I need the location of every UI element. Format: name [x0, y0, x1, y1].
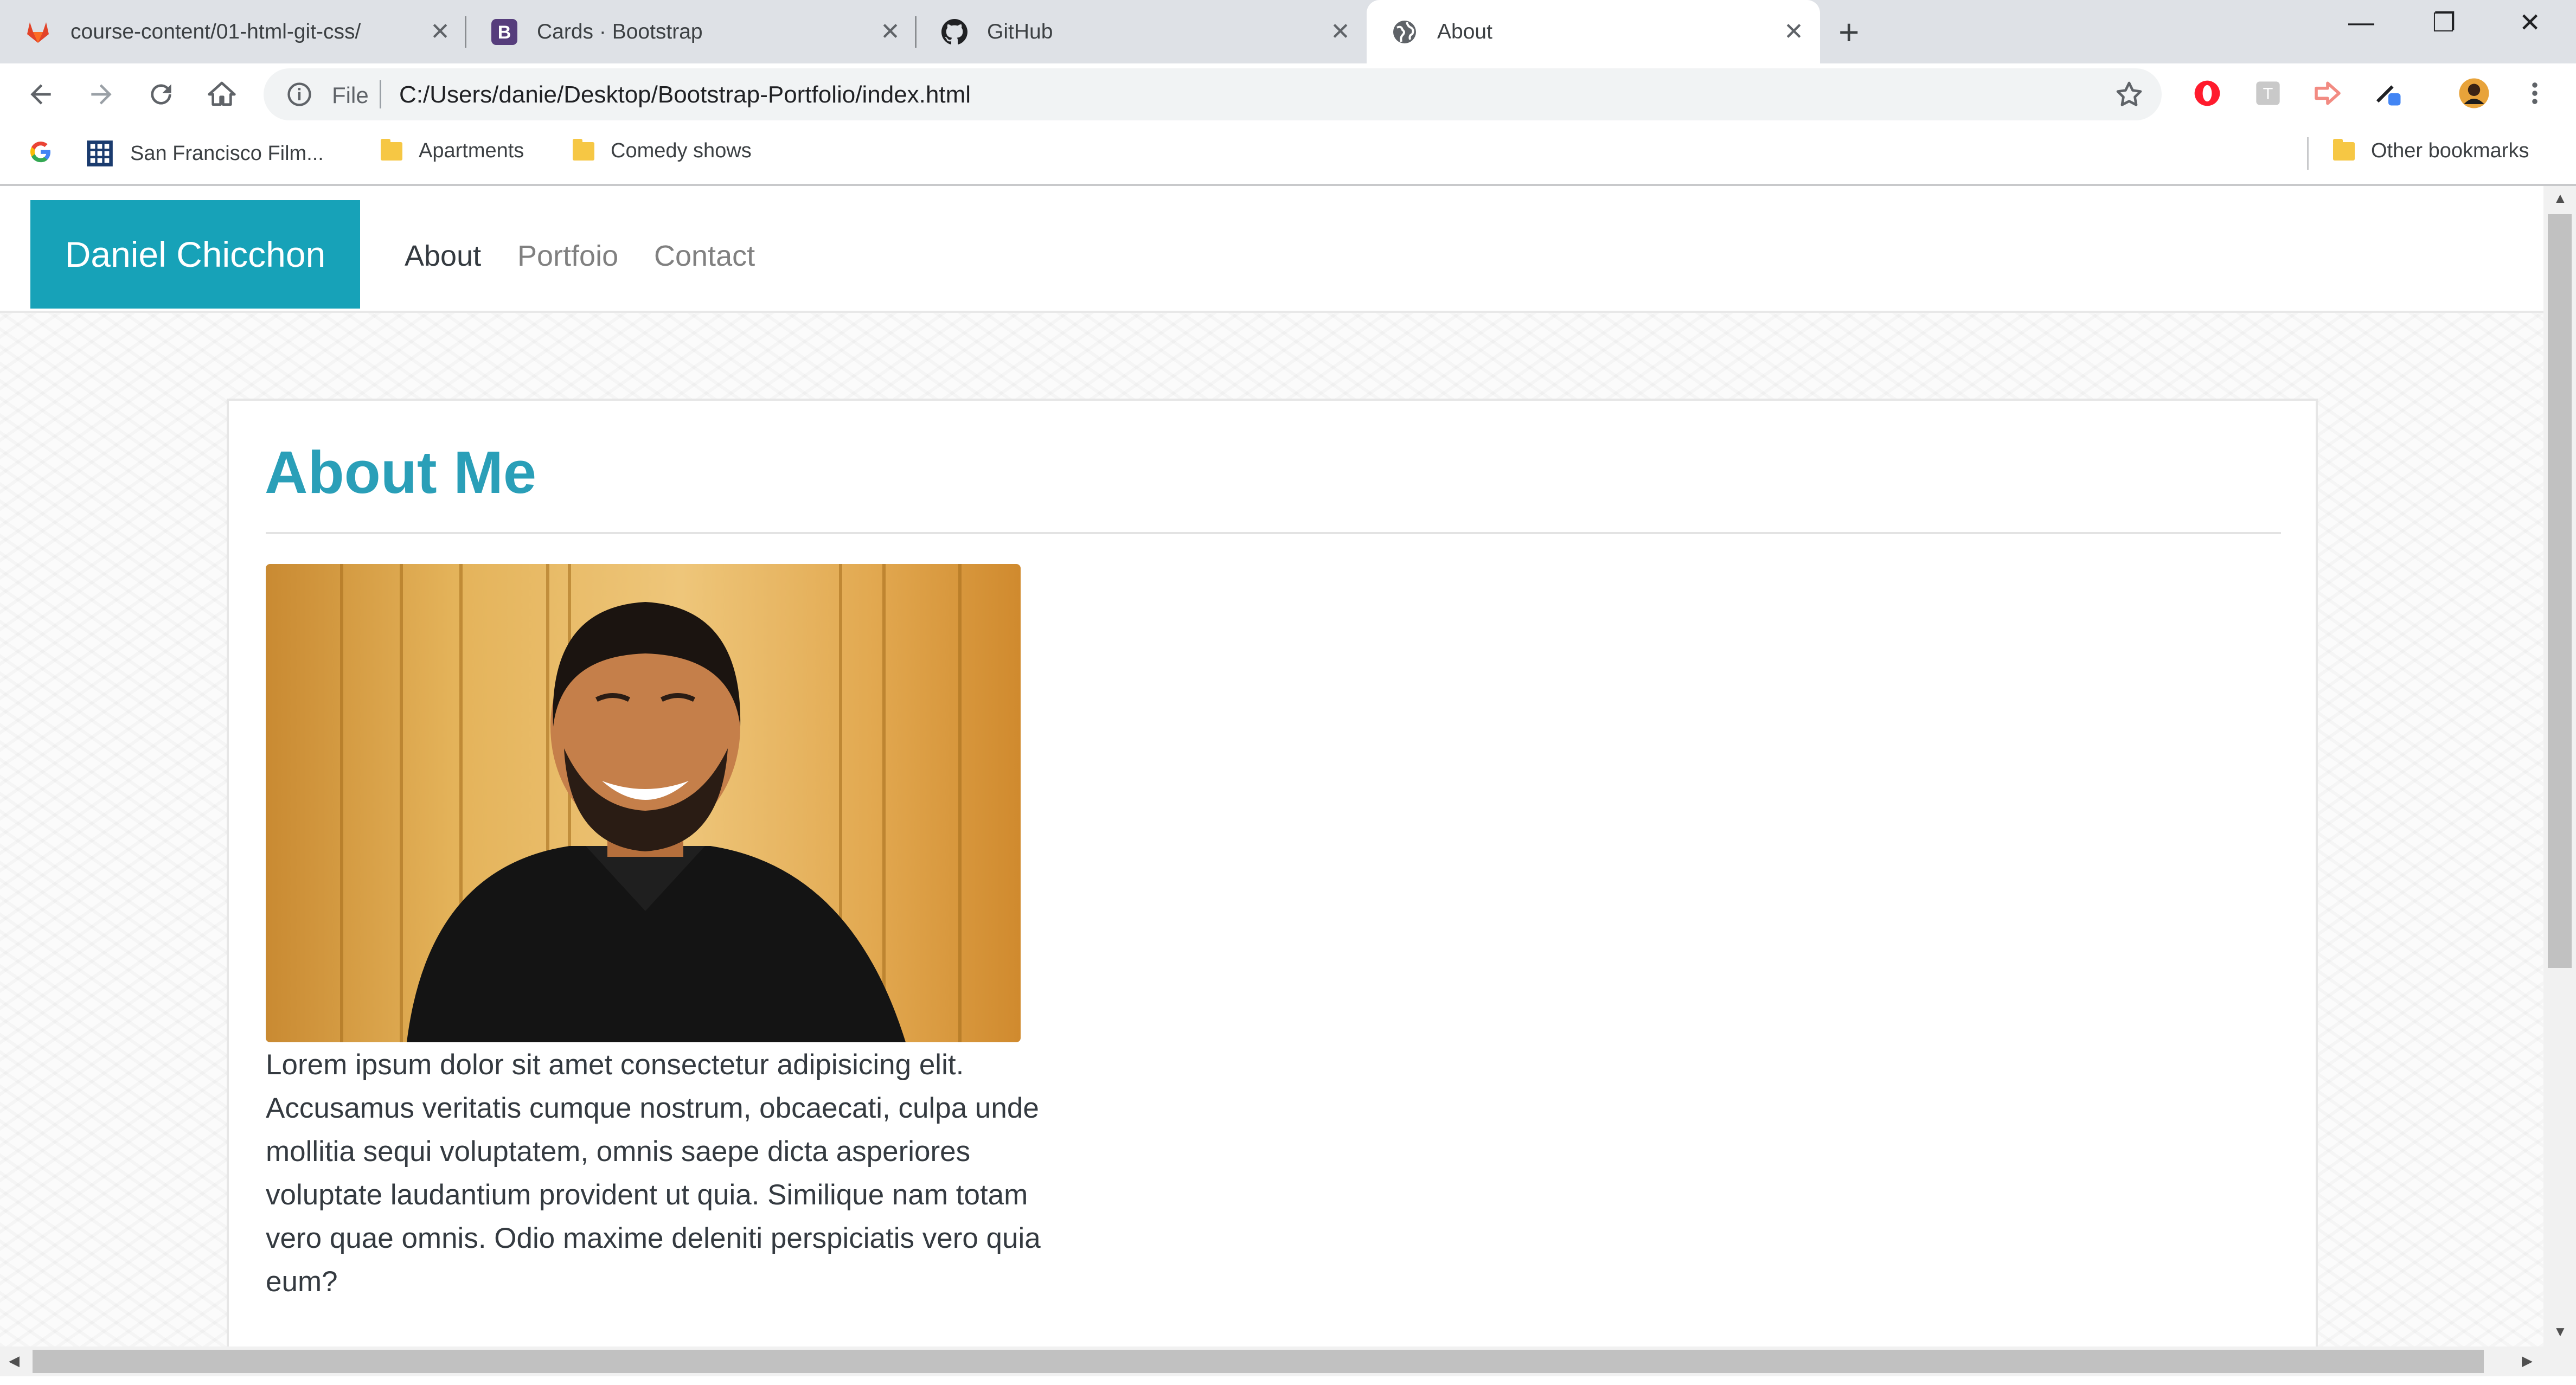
svg-text:T: T — [2263, 85, 2273, 103]
bookmark-label: Comedy shows — [611, 139, 752, 162]
avatar[interactable] — [2458, 77, 2490, 110]
forward-icon[interactable] — [82, 75, 120, 113]
svg-text:B: B — [498, 22, 511, 43]
new-tab-button[interactable]: + — [1838, 14, 1860, 50]
bookmark-san-francisco-film[interactable]: San Francisco Film... — [86, 139, 324, 168]
bookmark-comedy-shows[interactable]: Comedy shows — [573, 138, 752, 163]
apps-grid-icon — [87, 140, 113, 166]
close-tab-icon[interactable]: ✕ — [1330, 18, 1350, 46]
bookmarks-bar: San Francisco Film... Apartments Comedy … — [0, 125, 2576, 186]
google-icon[interactable] — [28, 139, 53, 164]
navbar-brand[interactable]: Daniel Chicchon — [30, 200, 360, 309]
address-bar[interactable]: File C:/Users/danie/Desktop/Bootstrap-Po… — [264, 68, 2162, 120]
close-tab-icon[interactable]: ✕ — [1784, 18, 1804, 46]
title-divider — [266, 532, 2281, 534]
tab-title: Cards · Bootstrap — [537, 20, 703, 43]
other-bookmarks-label: Other bookmarks — [2371, 139, 2529, 162]
scroll-right-arrow-icon[interactable]: ▶ — [2522, 1352, 2533, 1369]
bio-paragraph: Lorem ipsum dolor sit amet consectetur a… — [266, 1049, 1041, 1298]
github-icon — [941, 18, 967, 45]
folder-icon — [2333, 138, 2355, 161]
nav-link-about[interactable]: About — [405, 239, 481, 273]
bookmarks-divider — [2307, 137, 2309, 170]
minimize-button[interactable]: — — [2348, 8, 2374, 37]
bootstrap-icon: B — [491, 18, 517, 45]
tab-title: course-content/01-html-git-css/ — [71, 20, 361, 43]
address-separator — [380, 80, 381, 108]
scroll-down-arrow-icon[interactable]: ▼ — [2553, 1323, 2567, 1340]
bookmark-label: Apartments — [419, 139, 524, 162]
star-bookmark-icon[interactable] — [2114, 79, 2144, 112]
window-bottom-edge — [0, 1376, 2576, 1385]
folder-icon — [381, 138, 402, 161]
folder-icon — [573, 138, 594, 161]
tab-gitlab[interactable]: course-content/01-html-git-css/ ✕ — [0, 0, 466, 63]
info-icon[interactable] — [285, 80, 313, 111]
eyedropper-extension-icon[interactable] — [2372, 77, 2405, 110]
bookmark-apartments[interactable]: Apartments — [381, 138, 524, 163]
tab-github[interactable]: GitHub ✕ — [917, 0, 1367, 63]
nav-link-contact[interactable]: Contact — [654, 239, 755, 273]
opera-extension-icon[interactable] — [2191, 77, 2223, 110]
close-tab-icon[interactable]: ✕ — [430, 18, 450, 46]
share-extension-icon[interactable] — [2311, 77, 2344, 110]
scheme-label: File — [332, 82, 369, 108]
close-tab-icon[interactable]: ✕ — [880, 18, 900, 46]
tab-title: About — [1437, 20, 1492, 43]
bookmark-label: San Francisco Film... — [130, 142, 324, 165]
profile-photo — [266, 564, 1021, 1042]
scroll-left-arrow-icon[interactable]: ◀ — [9, 1352, 20, 1369]
window-close-button[interactable]: ✕ — [2519, 8, 2541, 38]
site-navbar: Daniel Chicchon About Portfoio Contact — [0, 186, 2543, 313]
page-title: About Me — [265, 439, 537, 506]
scroll-up-arrow-icon[interactable]: ▲ — [2553, 190, 2567, 207]
home-icon[interactable] — [203, 75, 241, 113]
globe-icon — [1392, 19, 1418, 45]
vertical-scroll-thumb[interactable] — [2548, 214, 2572, 968]
gitlab-icon — [25, 19, 51, 45]
page-viewport: Daniel Chicchon About Portfoio Contact A… — [0, 186, 2543, 1346]
restore-button[interactable]: ❐ — [2432, 8, 2456, 38]
horizontal-scroll-thumb[interactable] — [33, 1350, 2484, 1373]
back-icon[interactable] — [22, 75, 60, 113]
tab-title: GitHub — [987, 20, 1053, 43]
browser-tab-strip: course-content/01-html-git-css/ ✕ B Card… — [0, 0, 2576, 63]
browser-menu-icon[interactable] — [2519, 77, 2551, 110]
nav-link-portfolio[interactable]: Portfoio — [517, 239, 618, 273]
other-bookmarks[interactable]: Other bookmarks — [2333, 138, 2529, 163]
reload-icon[interactable] — [142, 75, 180, 113]
url-text[interactable]: C:/Users/danie/Desktop/Bootstrap-Portfol… — [399, 81, 971, 108]
tab-bootstrap[interactable]: B Cards · Bootstrap ✕ — [466, 0, 917, 63]
translate-extension-icon[interactable]: T — [2252, 77, 2284, 110]
tab-about-active[interactable]: About ✕ — [1367, 0, 1820, 63]
